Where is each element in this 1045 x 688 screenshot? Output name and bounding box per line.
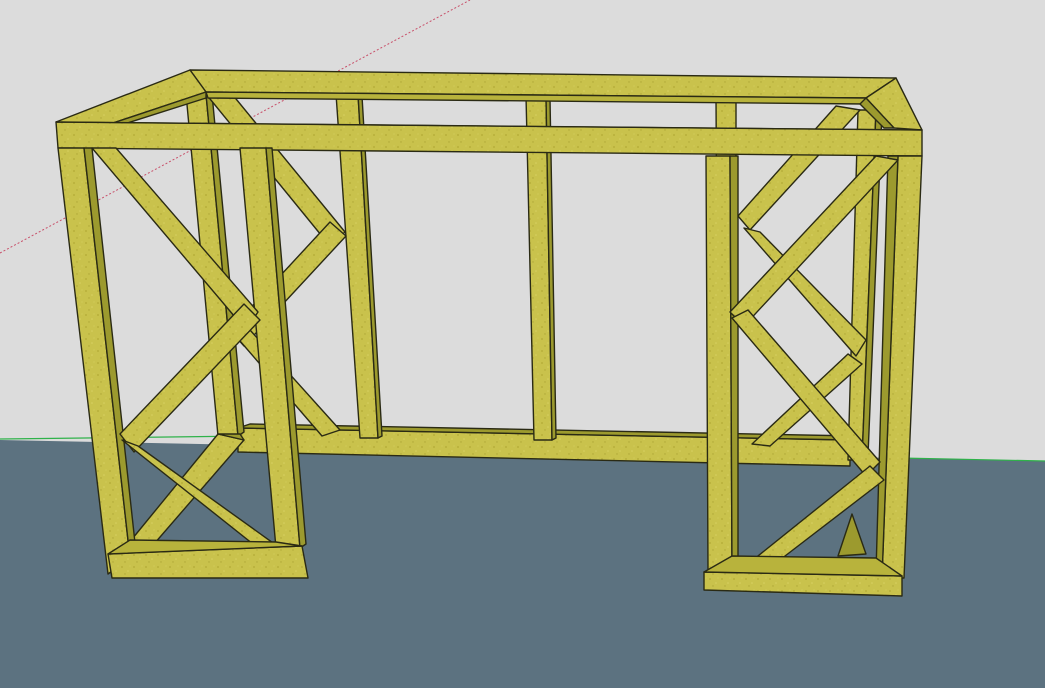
front-right-inner-post-side [729, 155, 739, 571]
3d-viewport[interactable] [0, 0, 1045, 688]
front-right-bottom-rail-top [703, 555, 903, 577]
model-canvas[interactable] [0, 0, 1045, 688]
front-right-inner-post[interactable] [705, 155, 733, 571]
